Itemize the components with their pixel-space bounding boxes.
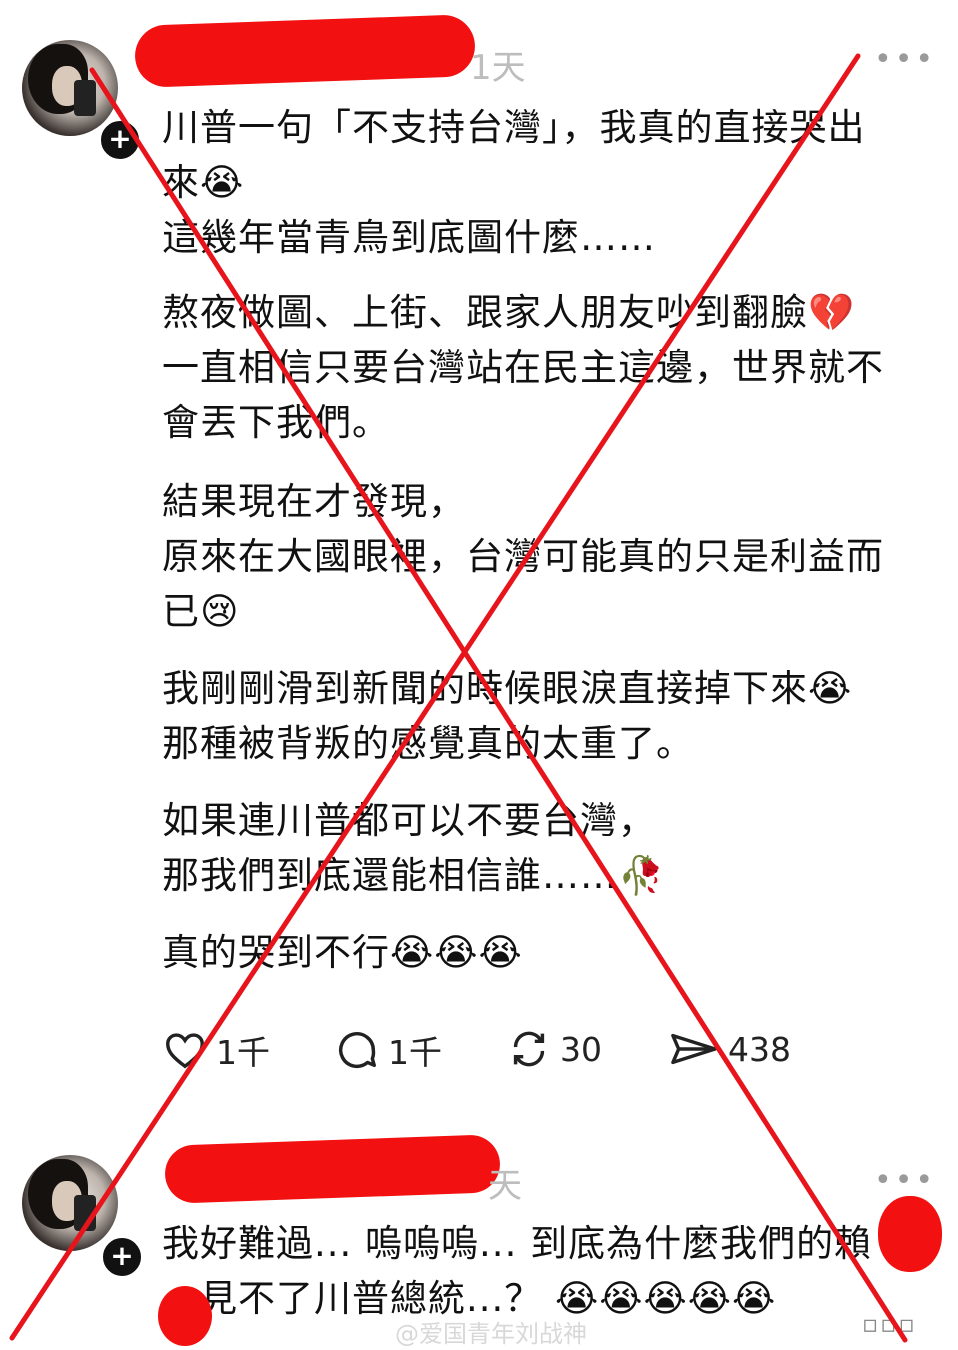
cross-mark	[9, 53, 908, 1343]
